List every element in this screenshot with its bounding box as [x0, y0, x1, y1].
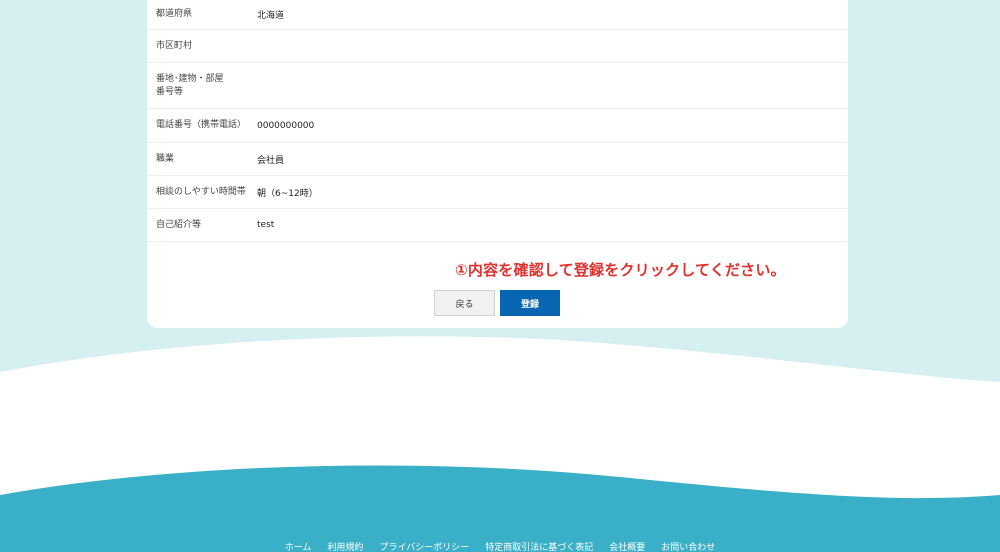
row-value: 0000000000: [257, 120, 315, 131]
wave-divider-top: [0, 336, 1000, 400]
row-label: 職業: [156, 153, 175, 164]
footer-link-contact[interactable]: お問い合わせ: [661, 540, 715, 552]
confirmation-table: 都道府県 北海道 市区町村 番地･建物・部屋番号等 電話番号（携帯電話） 000…: [147, 0, 848, 242]
footer-link-company[interactable]: 会社概要: [609, 540, 645, 552]
row-value: test: [257, 220, 275, 230]
row-address: 番地･建物・部屋番号等: [147, 63, 848, 109]
footer-link-home[interactable]: ホーム: [285, 540, 312, 552]
footer-link-privacy[interactable]: プライバシーポリシー: [379, 540, 469, 552]
row-value: 朝（6~12時）: [257, 188, 318, 199]
row-prefecture: 都道府県 北海道: [147, 0, 848, 30]
row-value: 会社員: [257, 155, 285, 166]
submit-button[interactable]: 登録: [500, 290, 560, 316]
row-label: 市区町村: [156, 40, 193, 51]
row-contact-time: 相談のしやすい時間帯 朝（6~12時）: [147, 176, 848, 209]
row-label: 都道府県: [156, 9, 193, 19]
back-button[interactable]: 戻る: [434, 290, 495, 316]
row-city: 市区町村: [147, 30, 848, 63]
row-phone: 電話番号（携帯電話） 0000000000: [147, 109, 848, 143]
footer-link-terms[interactable]: 利用規約: [327, 540, 363, 552]
footer-nav: ホーム 利用規約 プライバシーポリシー 特定商取引法に基づく表記 会社概要 お問…: [0, 540, 1000, 552]
wave-divider-bottom: [0, 465, 1000, 552]
row-value: 北海道: [257, 11, 285, 21]
row-occupation: 職業 会社員: [147, 143, 848, 176]
confirmation-card: 都道府県 北海道 市区町村 番地･建物・部屋番号等 電話番号（携帯電話） 000…: [147, 0, 848, 328]
confirm-instruction: ①内容を確認して登録をクリックしてください。: [455, 261, 786, 279]
footer-link-commercial-law[interactable]: 特定商取引法に基づく表記: [485, 540, 593, 552]
row-label: 自己紹介等: [156, 219, 202, 230]
row-label: 相談のしやすい時間帯: [156, 186, 246, 197]
row-label: 電話番号（携帯電話）: [156, 120, 247, 130]
row-self-introduction: 自己紹介等 test: [147, 209, 848, 242]
row-label: 番地･建物・部屋番号等: [156, 73, 224, 97]
